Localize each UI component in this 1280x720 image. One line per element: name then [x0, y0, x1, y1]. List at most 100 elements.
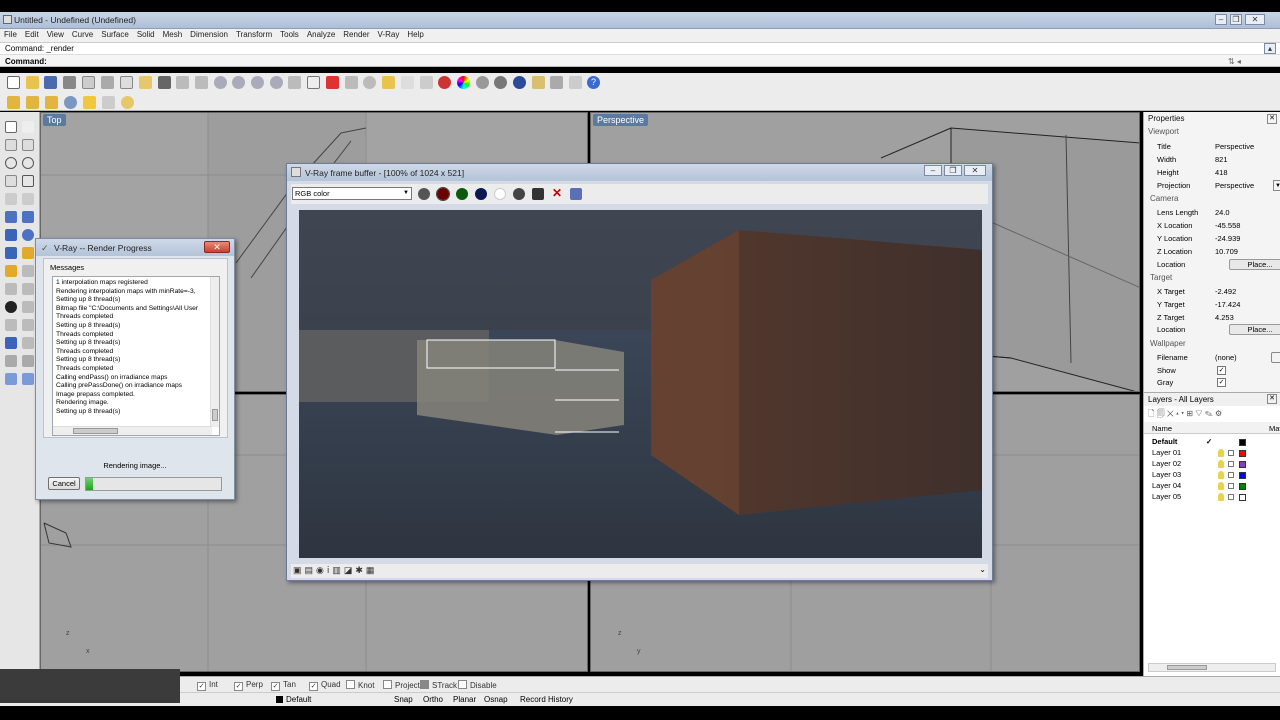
- paste-icon[interactable]: [139, 76, 152, 89]
- vfb-minimize-button[interactable]: ‒: [924, 165, 942, 176]
- projection-select[interactable]: Perspective: [1215, 181, 1254, 190]
- menu-transform[interactable]: Transform: [232, 29, 276, 40]
- history-scroll-up[interactable]: ▴: [1264, 43, 1276, 54]
- shaded-icon[interactable]: [494, 76, 507, 89]
- hide-icon[interactable]: [345, 76, 358, 89]
- checkbox[interactable]: ✓: [234, 682, 243, 691]
- menu-view[interactable]: View: [43, 29, 68, 40]
- osnap-disable[interactable]: Disable: [458, 680, 497, 690]
- prop-value[interactable]: 4.253: [1215, 313, 1234, 322]
- checkbox[interactable]: [383, 680, 392, 689]
- array-icon[interactable]: [22, 355, 34, 367]
- prop-value[interactable]: 10.709: [1215, 247, 1238, 256]
- freeform-icon[interactable]: [22, 193, 34, 205]
- osnap-quad[interactable]: ✓ Quad: [309, 680, 341, 691]
- dot-icon[interactable]: [5, 301, 17, 313]
- rectangle-icon[interactable]: [22, 175, 34, 187]
- join-icon[interactable]: [22, 283, 34, 295]
- vray-tag-icon[interactable]: [102, 96, 115, 109]
- light-bulb-icon[interactable]: [401, 76, 414, 89]
- prop-value[interactable]: Perspective: [1215, 142, 1254, 151]
- lock-icon[interactable]: [420, 76, 433, 89]
- lights-icon[interactable]: [382, 76, 395, 89]
- prop-value[interactable]: 418: [1215, 168, 1228, 177]
- messages-vscroll[interactable]: [210, 277, 219, 427]
- browse-button[interactable]: [1271, 352, 1280, 363]
- ortho-toggle[interactable]: Ortho: [423, 695, 443, 704]
- transform-icon[interactable]: [5, 265, 17, 277]
- maximize-button[interactable]: ❐: [1230, 14, 1242, 25]
- layer-row[interactable]: Default ✓: [1152, 437, 1277, 448]
- command-line[interactable]: Command: ⇅ ◂: [0, 54, 1280, 67]
- point-icon[interactable]: [22, 121, 34, 133]
- layer-row[interactable]: Layer 04: [1152, 481, 1277, 492]
- layers-close-icon[interactable]: ✕: [1267, 394, 1277, 404]
- move-icon[interactable]: [22, 265, 34, 277]
- target-place-button[interactable]: Place...: [1229, 324, 1280, 335]
- osnap-tan[interactable]: ✓ Tan: [271, 680, 296, 691]
- minimize-button[interactable]: ‒: [1215, 14, 1227, 25]
- sphere-icon[interactable]: [22, 229, 34, 241]
- arc-icon[interactable]: [5, 175, 17, 187]
- layer-color-swatch[interactable]: [1239, 472, 1246, 479]
- dimension-icon[interactable]: [5, 337, 17, 349]
- render-canvas[interactable]: [299, 210, 982, 558]
- mesh-icon[interactable]: [5, 247, 17, 259]
- vray-sun-icon[interactable]: [121, 96, 134, 109]
- cmd-option-icon[interactable]: ⇅ ◂: [1228, 57, 1241, 66]
- analyze-icon[interactable]: [5, 355, 17, 367]
- light-bulb-icon[interactable]: [1218, 471, 1224, 479]
- menu-tools[interactable]: Tools: [276, 29, 303, 40]
- red-channel-icon[interactable]: [436, 187, 450, 201]
- light-bulb-icon[interactable]: [1218, 460, 1224, 468]
- render-sphere-icon[interactable]: [513, 76, 526, 89]
- menu-dimension[interactable]: Dimension: [186, 29, 232, 40]
- checkbox[interactable]: [420, 680, 429, 689]
- zoom-window-icon[interactable]: [232, 76, 245, 89]
- properties-close-icon[interactable]: ✕: [1267, 114, 1277, 124]
- checkbox[interactable]: [346, 680, 355, 689]
- vfb-maximize-button[interactable]: ❐: [944, 165, 962, 176]
- tools-icon[interactable]: [569, 76, 582, 89]
- text-icon[interactable]: [22, 337, 34, 349]
- save-image-icon[interactable]: [532, 188, 544, 200]
- menu-help[interactable]: Help: [403, 29, 427, 40]
- undo-icon[interactable]: [158, 76, 171, 89]
- prop-value[interactable]: 24.0: [1215, 208, 1230, 217]
- lock-icon[interactable]: [1228, 472, 1234, 478]
- green-channel-icon[interactable]: [456, 188, 468, 200]
- open-file-icon[interactable]: [26, 76, 39, 89]
- osnap-icon[interactable]: [363, 76, 376, 89]
- vfb-close-button[interactable]: ✕: [964, 165, 986, 176]
- osnap-project[interactable]: Project: [383, 680, 420, 690]
- mono-channel-icon[interactable]: [513, 188, 525, 200]
- osnap-strack[interactable]: STrack: [420, 680, 457, 690]
- lock-icon[interactable]: [1228, 494, 1234, 500]
- curve-icon[interactable]: [22, 139, 34, 151]
- vfb-bottom-icons[interactable]: ▣▤◉ⅰ▥◪✱▦: [293, 565, 377, 576]
- camera-place-button[interactable]: Place...: [1229, 259, 1280, 270]
- prop-value[interactable]: 821: [1215, 155, 1228, 164]
- lock-icon[interactable]: [1228, 450, 1234, 456]
- col-material[interactable]: Mate: [1269, 424, 1280, 433]
- checkbox[interactable]: ✓: [309, 682, 318, 691]
- show-checkbox[interactable]: ✓: [1217, 366, 1226, 375]
- select-arrow-icon[interactable]: [5, 121, 17, 133]
- lock-icon[interactable]: [1228, 483, 1234, 489]
- extrude-icon[interactable]: [22, 211, 34, 223]
- new-file-icon[interactable]: [7, 76, 20, 89]
- undo-view-icon[interactable]: [288, 76, 301, 89]
- menu-analyze[interactable]: Analyze: [303, 29, 339, 40]
- help-icon[interactable]: ?: [587, 76, 600, 89]
- prop-value[interactable]: -24.939: [1215, 234, 1240, 243]
- save-icon[interactable]: [44, 76, 57, 89]
- rotate-icon[interactable]: [5, 319, 17, 331]
- duplicate-vfb-icon[interactable]: [570, 188, 582, 200]
- menu-surface[interactable]: Surface: [97, 29, 133, 40]
- prop-value[interactable]: -45.558: [1215, 221, 1240, 230]
- zoom-icon[interactable]: [214, 76, 227, 89]
- pan-icon[interactable]: [176, 76, 189, 89]
- surface-icon[interactable]: [5, 211, 17, 223]
- prop-value[interactable]: -2.492: [1215, 287, 1236, 296]
- osnap-toggle[interactable]: Osnap: [484, 695, 508, 704]
